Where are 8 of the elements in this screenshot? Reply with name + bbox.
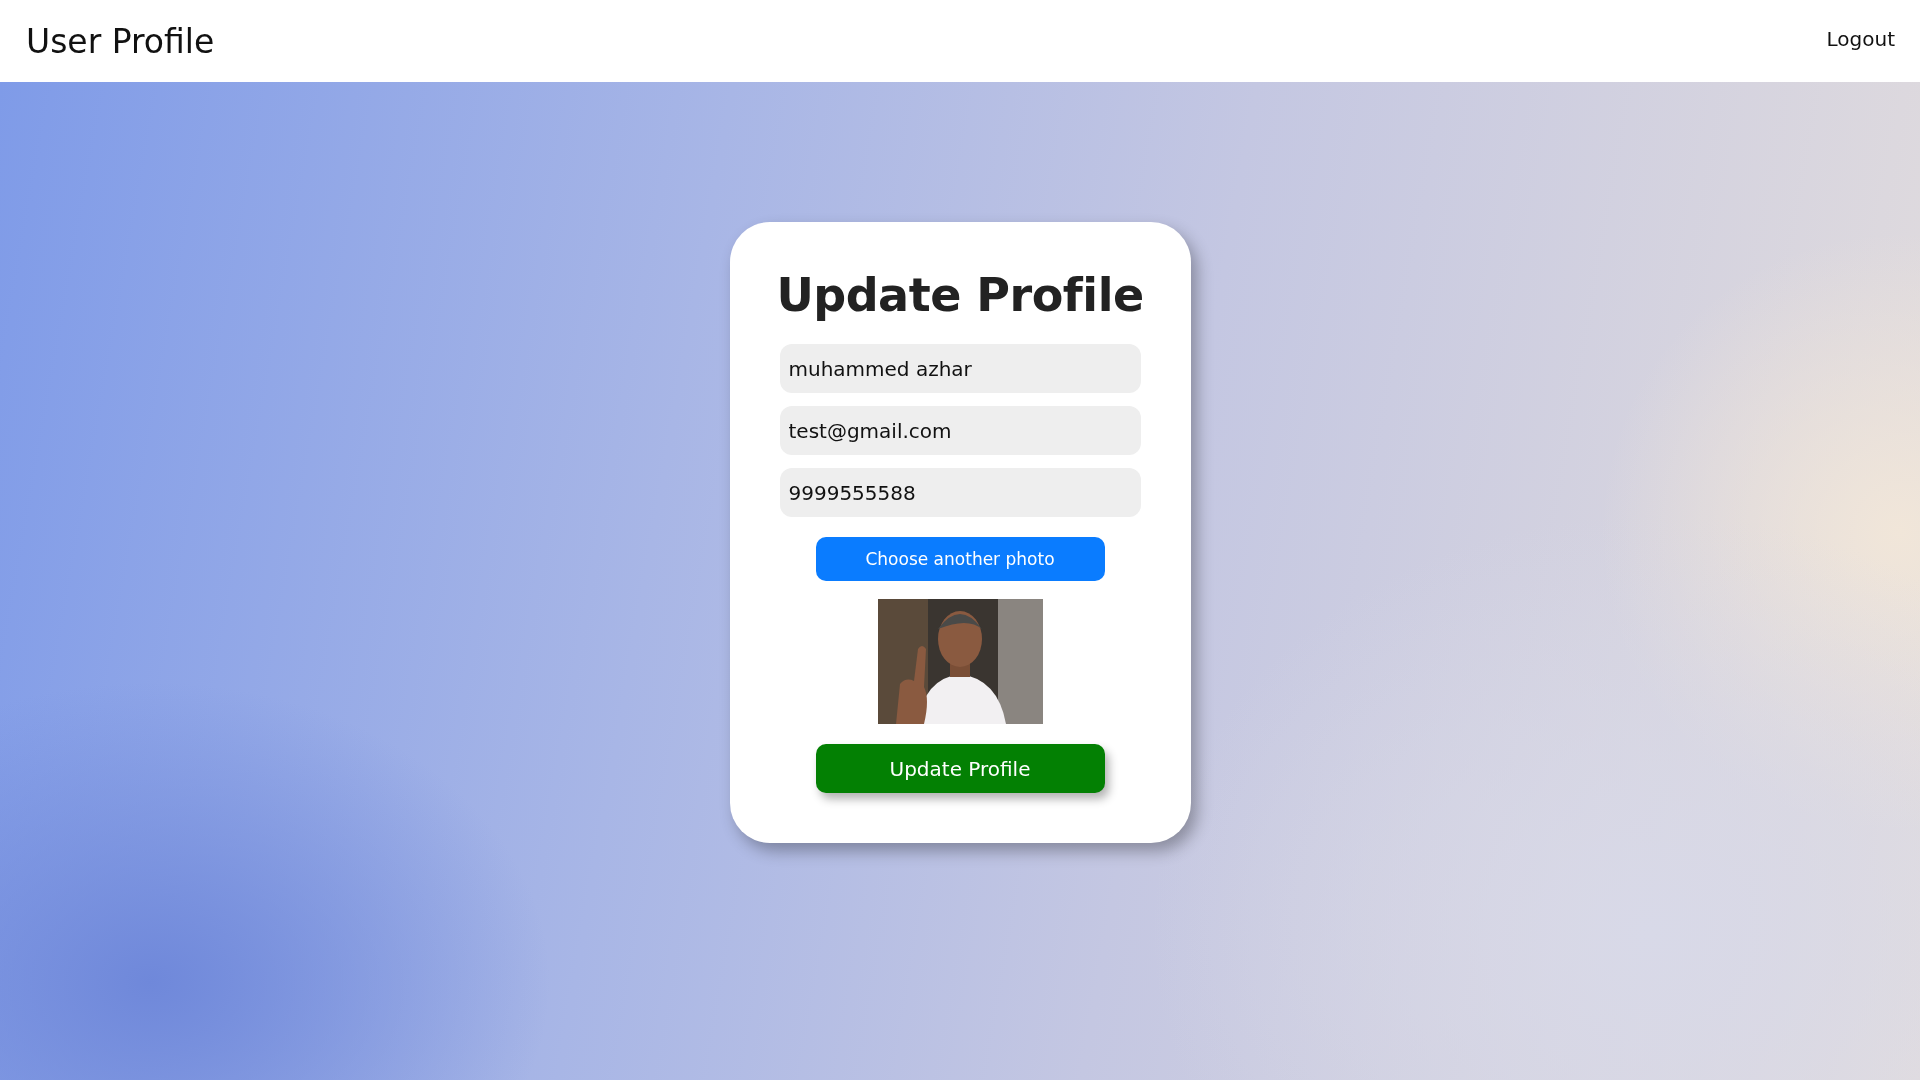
input-field[interactable]: test@gmail.com [779, 406, 1141, 455]
input-field[interactable]: 9999555588 [779, 468, 1141, 517]
logout-link[interactable]: Logout [1826, 27, 1895, 51]
form-heading: Update Profile [776, 268, 1144, 322]
input-field[interactable]: muhammed azhar [779, 344, 1141, 393]
page-title: User Profile [26, 21, 215, 61]
choose-photo-button[interactable]: Choose another photo [815, 537, 1105, 581]
update-profile-button[interactable]: Update Profile [815, 744, 1105, 793]
